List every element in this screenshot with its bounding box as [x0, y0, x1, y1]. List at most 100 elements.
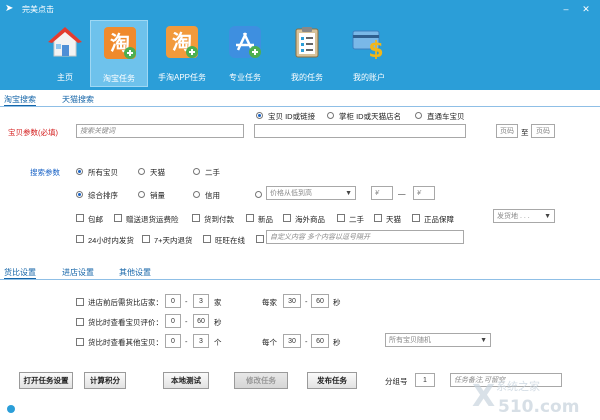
close-button[interactable]: ✕ — [580, 3, 592, 15]
ship-from-select[interactable]: 发货地 . . . ▼ — [493, 209, 555, 223]
other-items-to[interactable]: 3 — [193, 334, 209, 348]
range-dash: - — [185, 337, 188, 346]
taobao-icon: 淘 — [104, 27, 136, 59]
checkbox-label: 正品保障 — [424, 215, 454, 224]
open-task-settings-button[interactable]: 打开任务设置 — [19, 372, 73, 389]
tab-tmall-search[interactable]: 天猫搜索 — [62, 94, 94, 105]
checkbox-new[interactable] — [246, 214, 254, 222]
local-test-button[interactable]: 本地测试 — [163, 372, 209, 389]
group-number-input[interactable]: 1 — [415, 373, 435, 387]
price-min-input[interactable]: ¥ — [371, 186, 393, 200]
radio-label: 二手 — [205, 168, 220, 177]
chevron-down-icon: ▼ — [480, 337, 487, 344]
price-dash: — — [398, 189, 406, 198]
radio-label: 销量 — [150, 191, 165, 200]
checkbox-custom[interactable] — [256, 235, 264, 243]
minimize-button[interactable]: – — [560, 3, 572, 15]
view-reviews-label: 货比时查看宝贝评价： — [88, 318, 163, 327]
checkbox-24h-ship[interactable] — [76, 235, 84, 243]
item-seconds-to[interactable]: 60 — [311, 334, 329, 348]
radio-label: 所有宝贝 — [88, 168, 118, 177]
product-param-label: 宝贝参数(必填) — [8, 128, 58, 137]
tab-other-settings[interactable]: 其他设置 — [119, 267, 151, 278]
checkbox-second-hand[interactable] — [337, 214, 345, 222]
nav-label: 手淘APP任务 — [157, 73, 206, 82]
checkbox-label: 二手 — [349, 215, 364, 224]
shop-seconds-from[interactable]: 30 — [283, 294, 301, 308]
checkbox-overseas[interactable] — [283, 214, 291, 222]
tab-taobao-search[interactable]: 淘宝搜索 — [4, 94, 36, 106]
radio-second-hand[interactable] — [193, 168, 200, 175]
status-icon — [7, 405, 15, 413]
nav-item-my-account[interactable]: $ 我的账户 — [340, 20, 398, 87]
checkbox-genuine[interactable] — [412, 214, 420, 222]
checkbox-tmall[interactable] — [374, 214, 382, 222]
chevron-down-icon: ▼ — [345, 190, 352, 197]
price-max-input[interactable]: ¥ — [413, 186, 435, 200]
price-sort-select[interactable]: 价格从低到高 ▼ — [266, 186, 356, 200]
nav-item-taobao-app[interactable]: 淘 手淘APP任务 — [153, 20, 211, 87]
app-window: ➤ 完美点击 – ✕ 主页 淘 淘宝任务 淘 手淘APP任务 专业任务 我的任务… — [0, 0, 600, 420]
checkbox-free-shipping[interactable] — [76, 214, 84, 222]
compare-shops-from[interactable]: 0 — [165, 294, 181, 308]
select-value: 所有宝贝随机 — [389, 337, 431, 344]
calc-points-button[interactable]: 计算积分 — [84, 372, 126, 389]
nav-label: 我的任务 — [291, 73, 323, 82]
radio-all-items[interactable] — [76, 168, 83, 175]
nav-label: 主页 — [57, 73, 73, 82]
unit-label: 秒 — [333, 338, 341, 347]
item-seconds-from[interactable]: 30 — [283, 334, 301, 348]
nav-item-my-tasks[interactable]: 我的任务 — [278, 20, 336, 87]
checkbox-wangwang-online[interactable] — [203, 235, 211, 243]
radio-label: 天猫 — [150, 168, 165, 177]
reviews-seconds-to[interactable]: 60 — [193, 314, 209, 328]
checkbox-7day-return[interactable] — [142, 235, 150, 243]
radio-item-id[interactable] — [256, 112, 263, 119]
checkbox-view-other-items[interactable] — [76, 338, 84, 346]
unit-label: 秒 — [333, 298, 341, 307]
edit-task-button[interactable]: 修改任务 — [234, 372, 288, 389]
tab-compare-settings[interactable]: 货比设置 — [4, 267, 36, 279]
checkbox-label: 24小时内发货 — [88, 236, 134, 245]
radio-sort-credit[interactable] — [193, 191, 200, 198]
nav-item-professional[interactable]: 专业任务 — [216, 20, 274, 87]
shop-seconds-to[interactable]: 60 — [311, 294, 329, 308]
checkbox-label: 7+天内退货 — [154, 236, 193, 245]
reviews-seconds-from[interactable]: 0 — [165, 314, 181, 328]
keyword-input[interactable]: 搜索关键词 — [76, 124, 244, 138]
chevron-down-icon: ▼ — [544, 213, 551, 220]
radio-through-train[interactable] — [415, 112, 422, 119]
checkbox-compare-shops[interactable] — [76, 298, 84, 306]
compare-shops-to[interactable]: 3 — [193, 294, 209, 308]
page-to-input[interactable]: 页码 — [531, 124, 555, 138]
radio-shop-id[interactable] — [327, 112, 334, 119]
page-from-input[interactable]: 页码 — [496, 124, 518, 138]
checkbox-view-reviews[interactable] — [76, 318, 84, 326]
appstore-icon — [229, 26, 261, 58]
radio-sort-default[interactable] — [76, 191, 83, 198]
radio-label: 掌柜 ID或天猫店名 — [339, 112, 402, 121]
nav-item-home[interactable]: 主页 — [36, 20, 94, 87]
divider — [0, 106, 600, 107]
nav-item-taobao[interactable]: 淘 淘宝任务 — [90, 20, 148, 87]
tab-enter-shop-settings[interactable]: 进店设置 — [62, 267, 94, 278]
radio-tmall[interactable] — [138, 168, 145, 175]
other-items-from[interactable]: 0 — [165, 334, 181, 348]
checkbox-return-insurance[interactable] — [114, 214, 122, 222]
each-label: 每家 — [262, 298, 277, 307]
checkbox-label: 新品 — [258, 215, 273, 224]
search-param-label: 搜索参数 — [30, 168, 60, 177]
random-item-select[interactable]: 所有宝贝随机 ▼ — [385, 333, 491, 347]
custom-content-input[interactable]: 自定义内容 多个内容以逗号隔开 — [266, 230, 464, 244]
header: ➤ 完美点击 – ✕ 主页 淘 淘宝任务 淘 手淘APP任务 专业任务 我的任务… — [0, 0, 600, 90]
item-id-input[interactable] — [254, 124, 466, 138]
radio-sort-sales[interactable] — [138, 191, 145, 198]
radio-sort-price[interactable] — [255, 191, 262, 198]
compare-shops-label: 进店前后需货比店家： — [88, 298, 163, 307]
nav-label: 专业任务 — [229, 73, 261, 82]
select-value: 价格从低到高 — [270, 190, 312, 197]
publish-task-button[interactable]: 发布任务 — [307, 372, 357, 389]
checkbox-cod[interactable] — [192, 214, 200, 222]
svg-text:X: X — [472, 379, 495, 414]
range-dash: - — [305, 337, 308, 346]
